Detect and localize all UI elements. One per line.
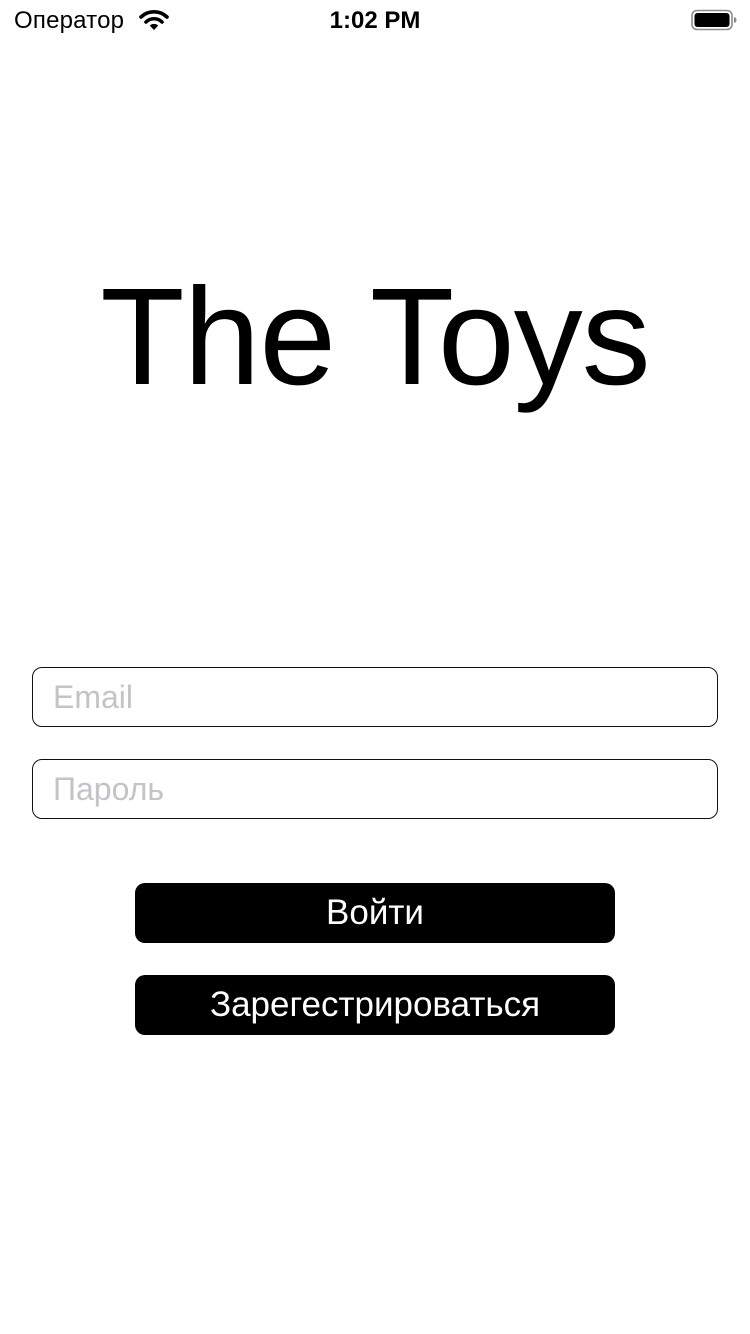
email-field[interactable] (32, 667, 718, 727)
status-time: 1:02 PM (329, 7, 421, 34)
app-title: The Toys (100, 260, 650, 414)
battery-full-icon (691, 9, 737, 31)
login-button[interactable]: Войти (135, 883, 615, 943)
register-button[interactable]: Зарегестрироваться (135, 975, 615, 1035)
password-field[interactable] (32, 759, 718, 819)
status-bar: Оператор 1:02 PM (0, 0, 750, 40)
